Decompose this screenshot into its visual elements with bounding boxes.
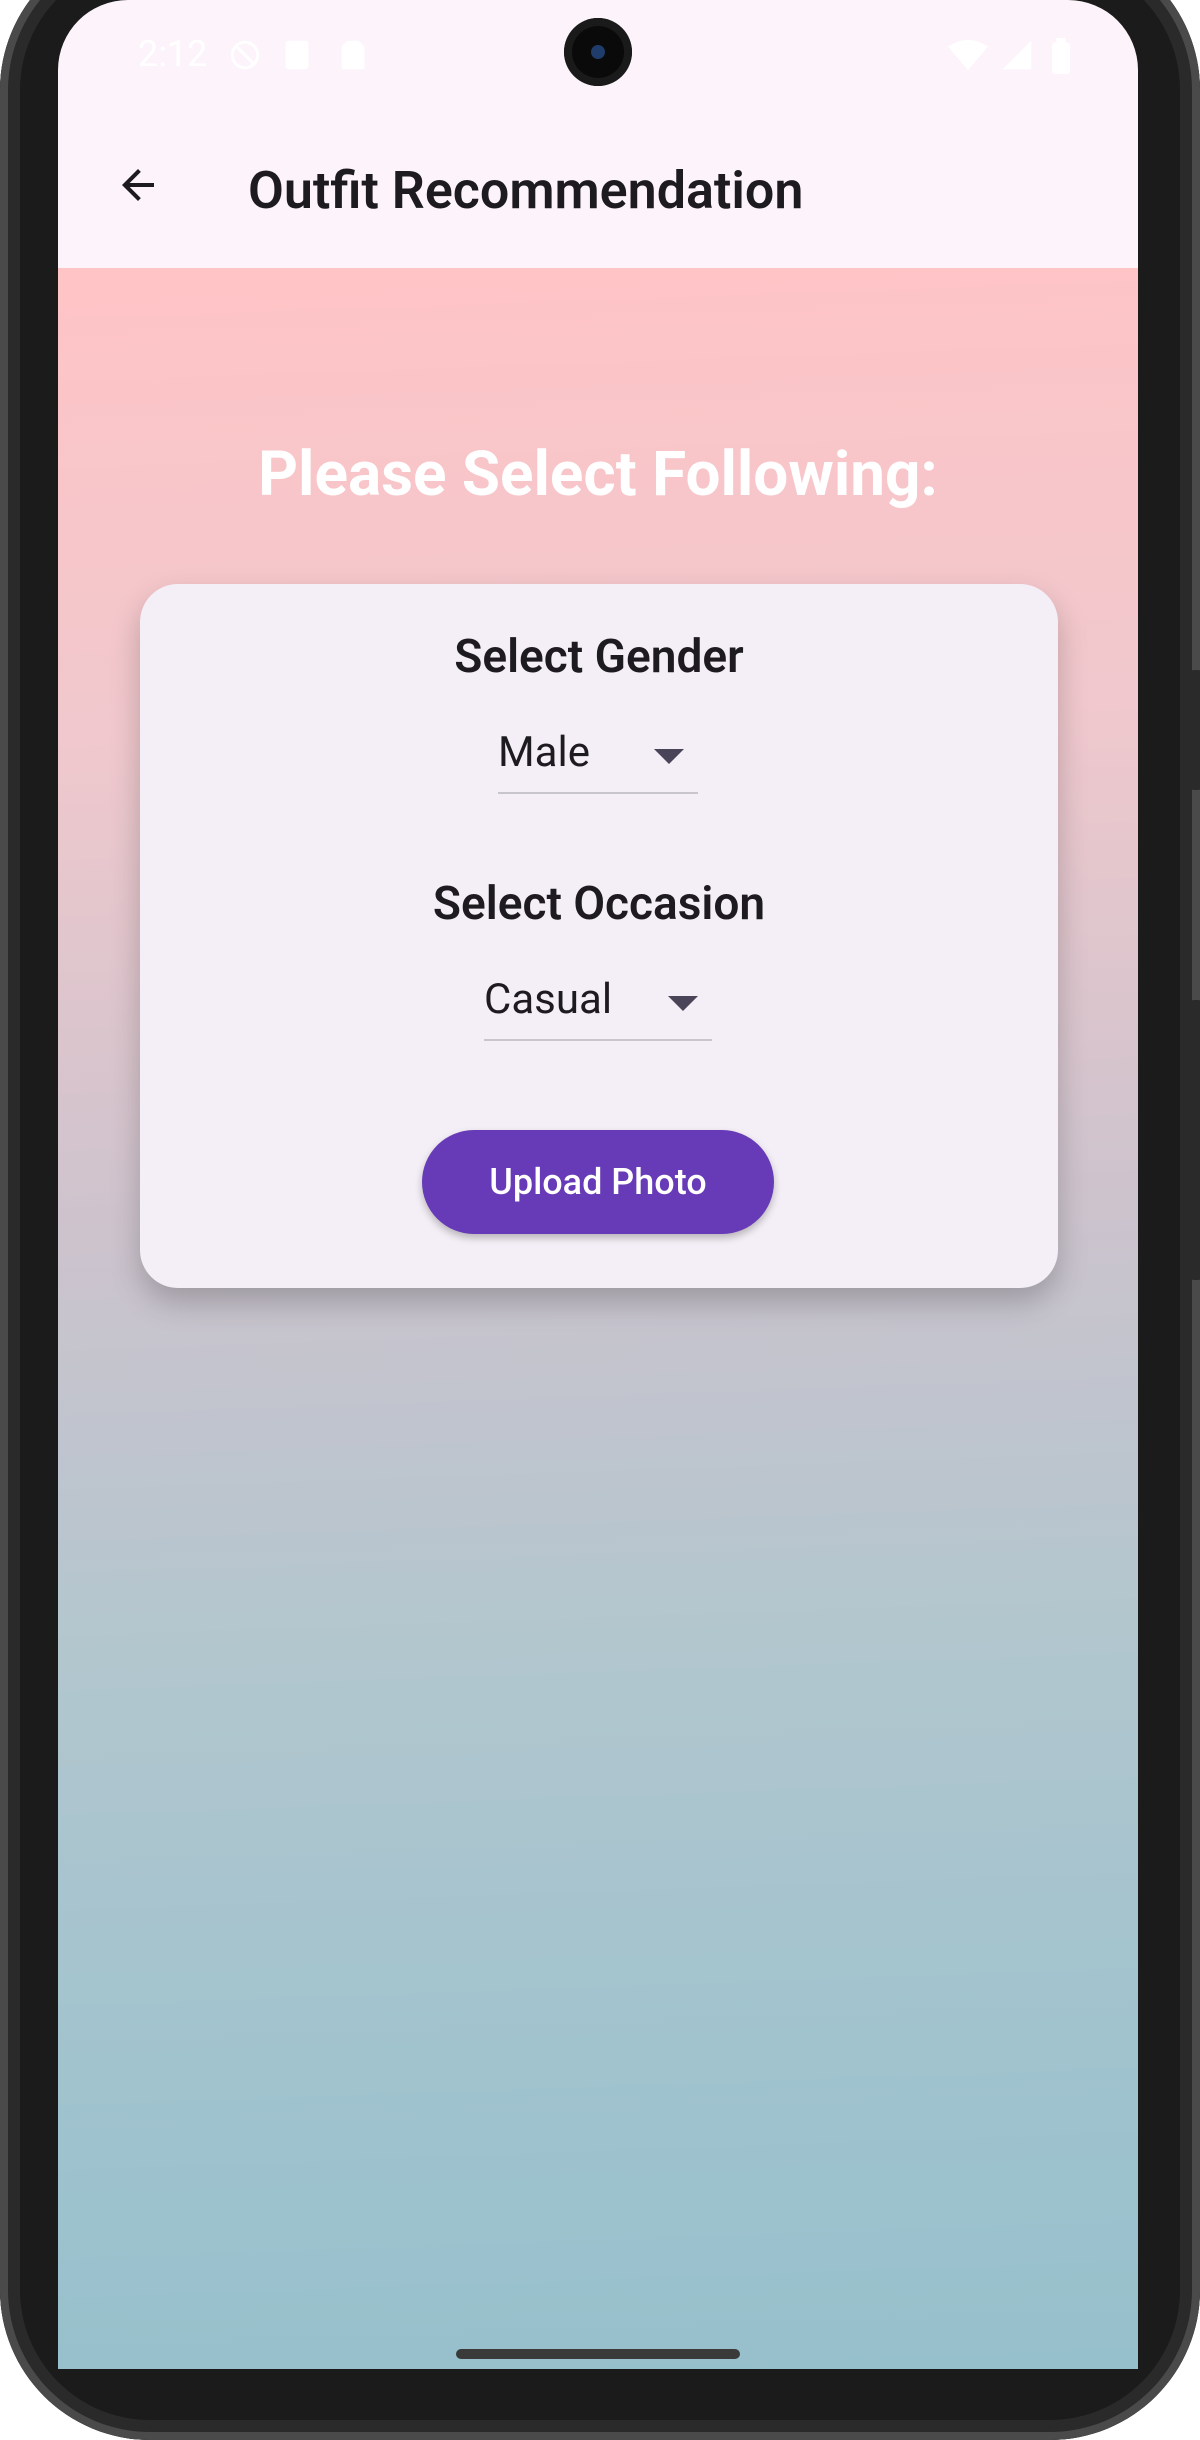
battery-icon	[1050, 38, 1072, 83]
occasion-dropdown[interactable]: Casual	[484, 967, 712, 1041]
power-button	[1190, 670, 1200, 790]
status-time: 2:12	[138, 33, 208, 75]
wifi-icon	[948, 38, 988, 81]
occasion-label: Select Occasion	[432, 877, 766, 931]
gender-dropdown[interactable]: Male	[498, 720, 698, 794]
back-arrow-icon	[122, 169, 154, 201]
notification-icon	[282, 38, 312, 81]
back-button[interactable]	[98, 145, 178, 225]
dropdown-arrow-icon	[654, 749, 684, 764]
upload-photo-button[interactable]: Upload Photo	[422, 1130, 774, 1234]
occasion-value: Casual	[484, 975, 613, 1024]
screen: 2:12 Outfit Recommendation Please Select…	[58, 0, 1138, 2369]
front-camera	[564, 18, 632, 86]
gender-value: Male	[498, 728, 590, 777]
signal-icon	[1000, 38, 1034, 81]
app-bar: Outfit Recommendation	[58, 110, 1138, 268]
status-bar: 2:12	[58, 0, 1138, 110]
main-content: Please Select Following: Select Gender M…	[58, 268, 1138, 2369]
home-indicator[interactable]	[456, 2349, 740, 2359]
selection-card: Select Gender Male Select Occasion Casua…	[140, 584, 1058, 1288]
dnd-icon	[228, 38, 262, 81]
volume-button	[1190, 1000, 1200, 1280]
dropdown-arrow-icon	[668, 996, 698, 1011]
sim-icon	[338, 38, 368, 81]
page-title: Outfit Recommendation	[248, 160, 804, 221]
section-heading: Please Select Following:	[258, 438, 938, 511]
gender-label: Select Gender	[454, 630, 744, 684]
